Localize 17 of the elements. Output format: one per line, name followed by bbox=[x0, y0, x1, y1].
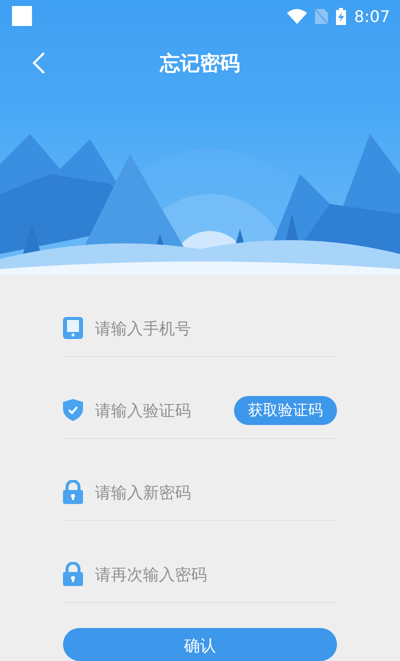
lock-icon bbox=[63, 480, 83, 504]
no-sim-icon bbox=[315, 8, 328, 24]
wifi-icon bbox=[287, 8, 308, 24]
status-time: 8:07 bbox=[354, 6, 390, 26]
code-field[interactable]: 请输入验证码 bbox=[95, 396, 222, 424]
lock-icon bbox=[63, 562, 83, 586]
battery-charging-icon bbox=[336, 8, 346, 24]
notification-icon bbox=[12, 6, 32, 26]
phone-field[interactable]: 请输入手机号 bbox=[95, 314, 337, 342]
password-field[interactable]: 请输入新密码 bbox=[95, 478, 337, 506]
password-field[interactable]: 请再次输入密码 bbox=[95, 560, 337, 588]
confirm-button[interactable]: 确认 bbox=[63, 628, 337, 661]
get-code-button[interactable]: 获取验证码 bbox=[234, 396, 337, 424]
back-icon[interactable] bbox=[32, 51, 46, 75]
phone-icon bbox=[63, 317, 83, 339]
page-title: 忘记密码 bbox=[160, 50, 240, 76]
shield-check-icon bbox=[63, 399, 83, 421]
